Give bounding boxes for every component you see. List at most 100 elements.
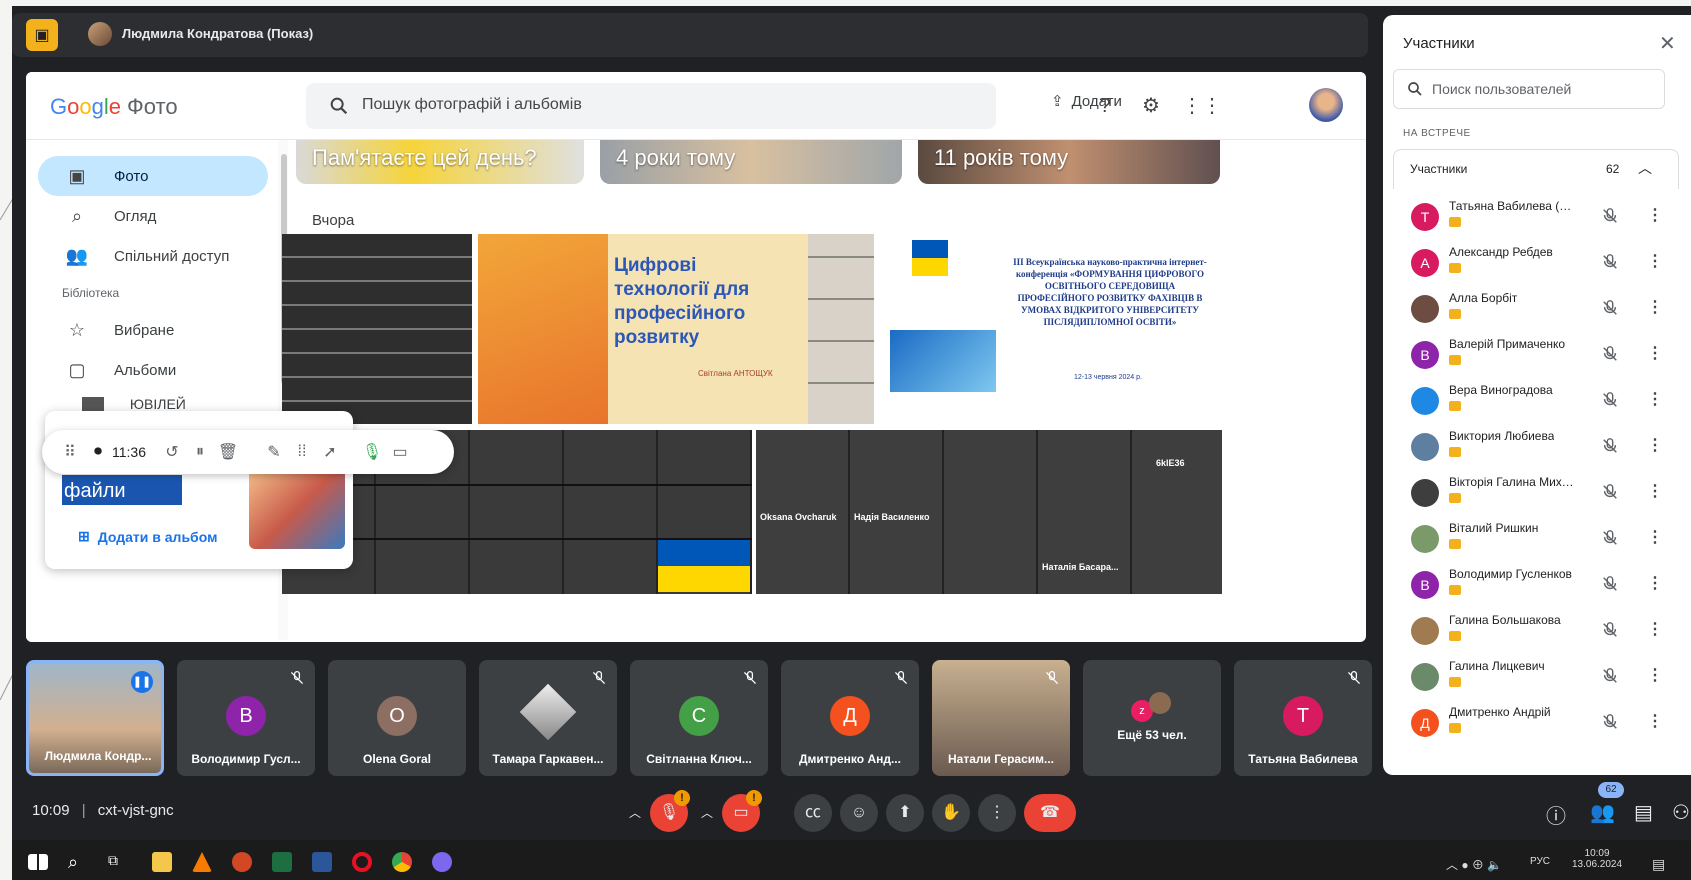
more-options-icon[interactable]: ⋮ — [978, 794, 1016, 832]
activities-icon[interactable]: ⚇ — [1672, 800, 1690, 825]
microphone-icon[interactable]: 🎙 — [358, 442, 386, 462]
opera-icon[interactable] — [352, 852, 372, 872]
emoji-icon[interactable]: ☺ — [840, 794, 878, 832]
mic-off-icon[interactable] — [1601, 667, 1619, 685]
memory-card-3[interactable]: 11 років тому — [918, 140, 1220, 184]
more-options-icon[interactable]: ⋮ — [1647, 619, 1663, 639]
participant-tile[interactable]: Т Татьяна Вабилева — [1234, 660, 1372, 776]
more-options-icon[interactable]: ⋮ — [1647, 435, 1663, 455]
participant-tile[interactable]: z Ещё 53 чел. — [1083, 660, 1221, 776]
mic-off-icon[interactable] — [1601, 575, 1619, 593]
pause-icon[interactable]: ⏸ — [186, 443, 214, 461]
mic-off-icon[interactable] — [1601, 207, 1619, 225]
more-options-icon[interactable]: ⋮ — [1647, 481, 1663, 501]
participant-row[interactable]: Алла Борбіт ⋮ — [1393, 287, 1679, 333]
mic-off-icon[interactable] — [1601, 345, 1619, 363]
settings-gear-icon[interactable]: ⚙ — [1138, 93, 1164, 119]
search-icon[interactable]: ⌕ — [68, 852, 88, 872]
notifications-icon[interactable]: ▤ — [1652, 856, 1665, 873]
more-options-icon[interactable]: ⋮ — [1647, 343, 1663, 363]
add-to-album-button[interactable]: ⊞ Додати в альбом — [78, 528, 217, 545]
more-options-icon[interactable]: ⋮ — [1647, 251, 1663, 271]
viber-icon[interactable] — [432, 852, 452, 872]
mic-off-icon[interactable] — [1601, 713, 1619, 731]
more-options-icon[interactable]: ⋮ — [1647, 389, 1663, 409]
participant-row[interactable]: В Володимир Гусленков ⋮ — [1393, 563, 1679, 609]
present-screen-icon[interactable]: ⬆ — [886, 794, 924, 832]
trash-icon[interactable]: 🗑 — [214, 442, 242, 462]
pointer-icon[interactable]: ➚ — [316, 442, 344, 462]
record-stop-icon[interactable]: ⏺ — [84, 443, 112, 461]
more-options-icon[interactable]: ⋮ — [1647, 527, 1663, 547]
tray-icons[interactable]: ︿ ● ⊕ 🔈 — [1446, 856, 1502, 873]
participant-row[interactable]: Виктория Любиева ⋮ — [1393, 425, 1679, 471]
chrome-icon[interactable] — [392, 852, 412, 872]
participant-tile[interactable]: В Володимир Гусл... — [177, 660, 315, 776]
memory-card-1[interactable]: Пам'ятаєте цей день? — [296, 140, 584, 184]
participant-tile[interactable]: О Olena Goral — [328, 660, 466, 776]
nav-item-albums[interactable]: ▢ Альбоми — [38, 350, 268, 390]
participant-row[interactable]: Галина Лицкевич ⋮ — [1393, 655, 1679, 701]
system-clock[interactable]: 10:09 13.06.2024 — [1572, 848, 1622, 870]
account-avatar[interactable] — [1309, 88, 1343, 122]
grid-icon[interactable]: ⁞⁞ — [288, 443, 316, 461]
mic-off-icon[interactable] — [1601, 299, 1619, 317]
photo-thumbnail[interactable] — [282, 234, 472, 424]
participant-search-input[interactable]: Поиск пользователей — [1393, 69, 1665, 109]
video-options-chevron-icon[interactable]: ︿ — [694, 794, 720, 832]
apps-grid-icon[interactable]: ⋮⋮ — [1182, 93, 1222, 119]
participant-row[interactable]: Вера Виноградова ⋮ — [1393, 379, 1679, 425]
file-explorer-icon[interactable] — [152, 852, 172, 872]
captions-icon[interactable]: ㏄ — [794, 794, 832, 832]
help-icon[interactable]: ? — [1092, 93, 1118, 119]
nav-item-explore[interactable]: ⌕ Огляд — [38, 196, 268, 236]
participant-tile[interactable]: Тамара Гаркавен... — [479, 660, 617, 776]
drag-handle-icon[interactable]: ⠿ — [56, 442, 84, 462]
mic-off-icon[interactable] — [1601, 483, 1619, 501]
participant-tile[interactable]: Натали Герасим... — [932, 660, 1070, 776]
more-options-icon[interactable]: ⋮ — [1647, 711, 1663, 731]
photo-thumbnail[interactable]: Цифрові технології для професійного розв… — [478, 234, 874, 424]
camera-icon[interactable]: ▭ — [386, 442, 414, 462]
mic-off-icon[interactable] — [1601, 253, 1619, 271]
participant-tile[interactable]: ❚❚ Людмила Кондр... — [26, 660, 164, 776]
close-icon[interactable]: ✕ — [1659, 31, 1676, 56]
participant-row[interactable]: Т Татьяна Вабилева (вы) ⋮ — [1393, 195, 1679, 241]
pen-icon[interactable]: ✎ — [260, 442, 288, 462]
mic-off-icon[interactable] — [1601, 529, 1619, 547]
raise-hand-icon[interactable]: ✋ — [932, 794, 970, 832]
leave-call-button[interactable]: ☎ — [1024, 794, 1076, 832]
nav-item-photos[interactable]: ▣ Фото — [38, 156, 268, 196]
nav-item-sharing[interactable]: 👥 Спільний доступ — [38, 236, 268, 276]
participant-row[interactable]: Д Дмитренко Андрій ⋮ — [1393, 701, 1679, 747]
chat-icon[interactable]: ▤ — [1634, 800, 1653, 825]
more-options-icon[interactable]: ⋮ — [1647, 205, 1663, 225]
photos-logo[interactable]: Google Фото — [50, 94, 178, 120]
memory-card-2[interactable]: 4 роки тому — [600, 140, 902, 184]
chevron-up-icon[interactable]: ︿ — [1638, 158, 1652, 178]
more-options-icon[interactable]: ⋮ — [1647, 665, 1663, 685]
mic-off-icon[interactable] — [1601, 437, 1619, 455]
participant-row[interactable]: А Александр Ребдев ⋮ — [1393, 241, 1679, 287]
mic-off-icon[interactable] — [1601, 621, 1619, 639]
participant-tile[interactable]: С Світланна Ключ... — [630, 660, 768, 776]
mic-off-icon[interactable] — [1601, 391, 1619, 409]
participant-row[interactable]: Галина Большакова ⋮ — [1393, 609, 1679, 655]
participant-tile[interactable]: Д Дмитренко Анд... — [781, 660, 919, 776]
more-options-icon[interactable]: ⋮ — [1647, 573, 1663, 593]
photos-search-box[interactable]: Пошук фотографій і альбомів — [306, 83, 996, 129]
more-options-icon[interactable]: ⋮ — [1647, 297, 1663, 317]
nav-item-favorites[interactable]: ☆ Вибране — [38, 310, 268, 350]
participant-row[interactable]: Віталий Ришкин ⋮ — [1393, 517, 1679, 563]
participant-row[interactable]: Вікторія Галина Михал... ⋮ — [1393, 471, 1679, 517]
task-view-icon[interactable]: ⧉ — [108, 852, 128, 872]
photo-thumbnail[interactable]: Oksana Ovcharuk Надія Василенко Наталія … — [756, 430, 1222, 594]
restart-icon[interactable]: ↺ — [158, 442, 186, 462]
windows-start-icon[interactable] — [28, 854, 48, 870]
powerpoint-icon[interactable] — [232, 852, 252, 872]
excel-icon[interactable] — [272, 852, 292, 872]
audio-options-chevron-icon[interactable]: ︿ — [622, 794, 648, 832]
participant-row[interactable]: В Валерій Примаченко ⋮ — [1393, 333, 1679, 379]
meeting-details-icon[interactable]: ⓘ — [1546, 800, 1566, 829]
photo-thumbnail[interactable]: III Всеукраїнська науково-практична інте… — [878, 234, 1222, 424]
